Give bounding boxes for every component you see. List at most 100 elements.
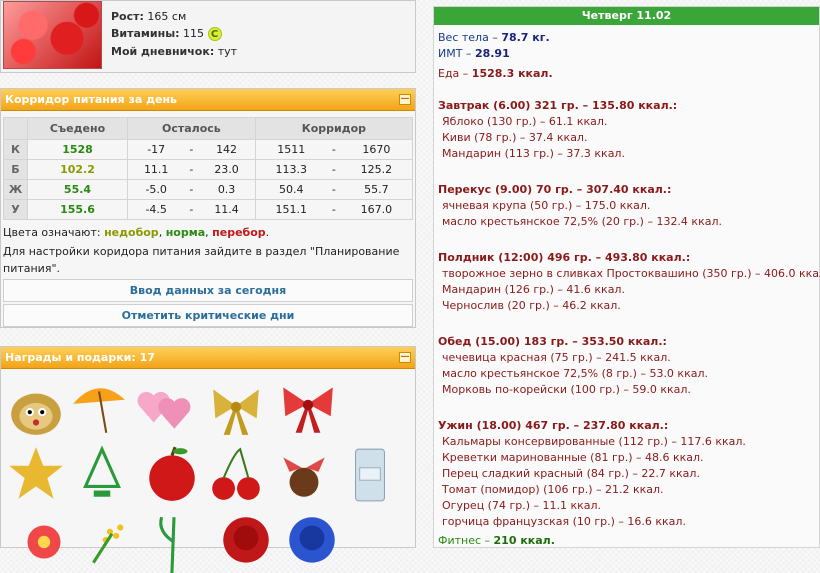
corridor-title: Корридор питания за день	[5, 93, 177, 106]
remaining-min: -17	[127, 139, 185, 160]
legend-prefix: Цвета означают:	[3, 226, 101, 239]
table-row: К 1528 -17-142 1511-1670	[3, 139, 413, 160]
diary-label: Мой дневничок:	[111, 45, 215, 58]
awards-header: Награды и подарки: 17 —	[1, 347, 415, 369]
minimize-icon[interactable]: —	[399, 94, 411, 105]
corridor-max: 55.7	[340, 179, 413, 200]
meal-item: ячневая крупа (50 гр.) – 175.0 ккал.	[442, 199, 651, 212]
meal-item: Мандарин (113 гр.) – 37.3 ккал.	[442, 147, 625, 160]
awards-title: Награды и подарки: 17	[5, 351, 155, 364]
corridor-max: 167.0	[340, 199, 413, 220]
dash: -	[184, 139, 199, 160]
bmi-line: ИМТ – 28.91	[438, 47, 510, 60]
dash: -	[326, 199, 341, 220]
meal-item: Огурец (74 гр.) – 11.1 ккал.	[442, 499, 602, 512]
umbrella-gift-icon[interactable]	[67, 377, 129, 439]
meal-item: Перец сладкий красный (84 гр.) – 22.7 кк…	[442, 467, 700, 480]
fitness-label: Фитнес –	[438, 534, 491, 547]
height-row: Рост: 165 см	[111, 10, 186, 23]
hearts-gift-icon[interactable]	[133, 377, 195, 439]
fitness-value: 210 ккал.	[493, 534, 555, 547]
minimize-icon[interactable]: —	[399, 352, 411, 363]
red-bow-gift-icon[interactable]	[277, 377, 339, 439]
legend-ok: норма	[165, 226, 206, 239]
gold-bow-gift-icon[interactable]	[205, 377, 267, 439]
profile-photo[interactable]	[3, 1, 102, 69]
vitamins-value: 115	[183, 27, 205, 40]
food-line: Еда – 1528.3 ккал.	[438, 67, 553, 80]
bmi-label: ИМТ –	[438, 47, 472, 60]
dash: -	[326, 139, 341, 160]
row-label: У	[3, 199, 28, 220]
apple-gift-icon[interactable]	[141, 443, 203, 505]
eaten-value: 102.2	[27, 159, 128, 180]
diary-link[interactable]: тут	[218, 45, 237, 58]
tree-gift-icon[interactable]	[71, 443, 133, 505]
mark-critical-days-button[interactable]: Отметить критические дни	[3, 304, 413, 327]
star-gift-icon[interactable]	[5, 443, 67, 505]
height-value: 165 см	[147, 10, 187, 23]
meal-item: Чернослив (20 гр.) – 46.2 ккал.	[442, 299, 621, 312]
corridor-header: Корридор питания за день —	[1, 89, 415, 111]
vitamins-label: Витамины:	[111, 27, 180, 40]
corridor-table: Съедено Осталось Корридор К 1528 -17-142 15…	[3, 117, 414, 220]
remaining-max: 11.4	[198, 199, 256, 220]
meal-item: чечевица красная (75 гр.) – 241.5 ккал.	[442, 351, 671, 364]
table-row: Б 102.2 11.1-23.0 113.3-125.2	[3, 159, 413, 180]
corridor-note: Для настройки коридора питания зайдите в…	[3, 245, 400, 275]
flower-gift-icon[interactable]	[13, 511, 75, 573]
vitamins-row: Витамины: 115 С	[111, 27, 222, 41]
empty-header-cell	[3, 117, 28, 140]
bmi-value: 28.91	[474, 47, 510, 60]
blue-rose-gift-icon[interactable]	[281, 511, 343, 573]
dash: -	[326, 179, 341, 200]
meal-item: Яблоко (130 гр.) – 61.1 ккал.	[442, 115, 608, 128]
eaten-value: 155.6	[27, 199, 128, 220]
meal-title: Обед (15.00) 183 гр. – 353.50 ккал.:	[438, 335, 667, 348]
corridor-min: 151.1	[254, 199, 327, 220]
row-label: Ж	[3, 179, 28, 200]
profile-box: Рост: 165 см Витамины: 115 С Мой дневнич…	[0, 0, 416, 73]
meal-item: Киви (78 гр.) – 37.4 ккал.	[442, 131, 588, 144]
remaining-min: 11.1	[127, 159, 185, 180]
eaten-value: 1528	[27, 139, 128, 160]
corridor-panel: Корридор питания за день — Съедено Остал…	[0, 88, 416, 328]
hedgehog-gift-icon[interactable]	[5, 377, 67, 439]
weight-label: Вес тела –	[438, 31, 498, 44]
remaining-min: -4.5	[127, 199, 185, 220]
eaten-header: Съедено	[27, 117, 128, 140]
food-value: 1528.3 ккал.	[471, 67, 553, 80]
cherries-gift-icon[interactable]	[205, 443, 267, 505]
weight-line: Вес тела – 78.7 кг.	[438, 31, 550, 44]
candy-gift-icon[interactable]	[273, 443, 335, 505]
height-label: Рост:	[111, 10, 144, 23]
water-glass-gift-icon[interactable]	[339, 443, 401, 505]
diary-row: Мой дневничок: тут	[111, 45, 237, 58]
legend-low: недобор	[104, 226, 159, 239]
meal-item: Креветки маринованные (81 гр.) – 48.6 кк…	[442, 451, 704, 464]
red-rose-gift-icon[interactable]	[215, 511, 277, 573]
meal-item: Мандарин (126 гр.) – 41.6 ккал.	[442, 283, 625, 296]
meal-title: Перекус (9.00) 70 гр. – 307.40 ккал.:	[438, 183, 672, 196]
tulip-gift-icon[interactable]	[143, 511, 205, 573]
remaining-max: 23.0	[198, 159, 256, 180]
remaining-min: -5.0	[127, 179, 185, 200]
table-row: Ж 55.4 -5.0-0.3 50.4-55.7	[3, 179, 413, 200]
remaining-max: 0.3	[198, 179, 256, 200]
mimosa-gift-icon[interactable]	[81, 511, 143, 573]
food-label: Еда –	[438, 67, 469, 80]
eaten-value: 55.4	[27, 179, 128, 200]
meal-item: Морковь по-корейски (100 гр.) – 59.0 кка…	[442, 383, 691, 396]
meal-title: Завтрак (6.00) 321 гр. – 135.80 ккал.:	[438, 99, 678, 112]
dash: -	[184, 159, 199, 180]
meal-item: масло крестьянское 72,5% (20 гр.) – 132.…	[442, 215, 722, 228]
corridor-min: 113.3	[254, 159, 327, 180]
meal-item: творожное зерно в сливках Простоквашино …	[442, 267, 820, 280]
fitness-line: Фитнес – 210 ккал.	[438, 534, 555, 547]
enter-today-button[interactable]: Ввод данных за сегодня	[3, 279, 413, 302]
remaining-max: 142	[198, 139, 256, 160]
meal-item: Томат (помидор) (106 гр.) – 21.2 ккал.	[442, 483, 664, 496]
vitamin-c-icon: С	[207, 27, 222, 41]
meal-item: горчица французская (10 гр.) – 16.6 ккал…	[442, 515, 686, 528]
meal-title: Полдник (12:00) 496 гр. – 493.80 ккал.:	[438, 251, 691, 264]
